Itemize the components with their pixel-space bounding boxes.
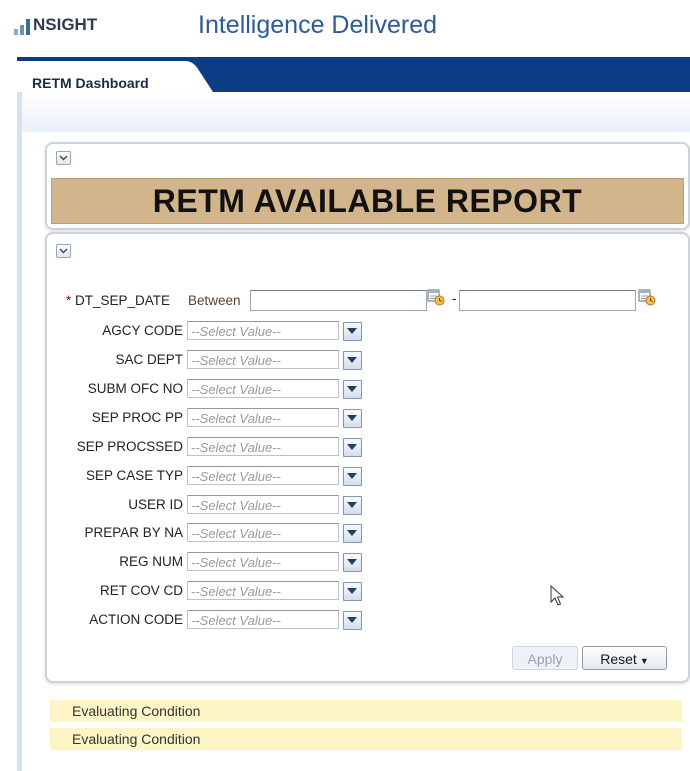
sep-case-typ-select[interactable]: --Select Value-- <box>187 466 339 485</box>
chevron-down-icon[interactable] <box>343 553 362 572</box>
required-marker: * <box>66 293 72 308</box>
date-operator: Between <box>188 293 241 308</box>
mouse-cursor-icon <box>550 585 565 606</box>
report-title: RETM AVAILABLE REPORT <box>152 182 583 219</box>
agcy-code-label: AGCY CODE <box>102 323 183 338</box>
collapse-icon[interactable] <box>56 151 71 165</box>
tagline: Intelligence Delivered <box>198 11 438 39</box>
sep-proc-pp-select[interactable]: --Select Value-- <box>187 408 339 427</box>
reset-label: Reset <box>600 651 637 667</box>
chevron-down-icon[interactable] <box>343 582 362 601</box>
action-code-label: ACTION CODE <box>89 612 183 627</box>
chevron-down-icon[interactable] <box>343 496 362 515</box>
report-title-section: RETM AVAILABLE REPORT <box>45 142 690 230</box>
sep-case-typ-label: SEP CASE TYP <box>85 468 183 483</box>
content-header-band <box>17 92 690 132</box>
ret-cov-cd-select[interactable]: --Select Value-- <box>187 581 339 600</box>
collapse-icon[interactable] <box>56 244 71 258</box>
logo-text: NSIGHT <box>33 15 98 34</box>
sep-proc-pp-label: SEP PROC PP <box>91 410 183 425</box>
prepar-by-na-select[interactable]: --Select Value-- <box>187 523 339 542</box>
chevron-down-icon[interactable] <box>343 524 362 543</box>
date-separator: - <box>452 291 457 306</box>
tab-label: RETM Dashboard <box>32 75 149 91</box>
chevron-down-icon[interactable] <box>343 380 362 399</box>
prepar-by-na-label: PREPAR BY NA <box>84 525 183 540</box>
report-title-banner: RETM AVAILABLE REPORT <box>51 178 684 224</box>
chevron-down-icon[interactable] <box>343 409 362 428</box>
reset-button[interactable]: Reset ▼ <box>582 646 667 670</box>
chevron-down-icon[interactable] <box>343 467 362 486</box>
date-label-text: DT_SEP_DATE <box>75 293 171 308</box>
date-prompt-label: * DT_SEP_DATE <box>66 293 170 308</box>
reg-num-select[interactable]: --Select Value-- <box>187 552 339 571</box>
sac-dept-select[interactable]: --Select Value-- <box>187 350 339 369</box>
date-from-input[interactable] <box>250 290 427 311</box>
chevron-down-icon[interactable] <box>343 611 362 630</box>
logo-bars-icon <box>14 19 30 35</box>
status-message: Evaluating Condition <box>50 700 682 722</box>
sep-procssed-select[interactable]: --Select Value-- <box>187 437 339 456</box>
sac-dept-label: SAC DEPT <box>115 352 183 367</box>
insight-logo: NSIGHT <box>14 9 97 35</box>
apply-button[interactable]: Apply <box>512 646 578 670</box>
user-id-label: USER ID <box>128 497 183 512</box>
date-to-input[interactable] <box>459 290 636 311</box>
calendar-icon[interactable] <box>427 288 445 306</box>
caret-down-icon: ▼ <box>639 656 649 666</box>
chevron-down-icon[interactable] <box>343 322 362 341</box>
user-id-select[interactable]: --Select Value-- <box>187 495 339 514</box>
app-header: NSIGHT Intelligence Delivered <box>0 0 690 55</box>
chevron-down-icon[interactable] <box>343 351 362 370</box>
subm-ofc-no-label: SUBM OFC NO <box>87 381 183 396</box>
left-rail <box>17 92 22 771</box>
subm-ofc-no-select[interactable]: --Select Value-- <box>187 379 339 398</box>
tab-retm-dashboard[interactable]: RETM Dashboard <box>17 61 213 92</box>
calendar-icon[interactable] <box>638 288 656 306</box>
sep-procssed-label: SEP PROCSSED <box>76 439 183 454</box>
ret-cov-cd-label: RET COV CD <box>99 583 183 598</box>
chevron-down-icon[interactable] <box>343 438 362 457</box>
action-code-select[interactable]: --Select Value-- <box>187 610 339 629</box>
status-message: Evaluating Condition <box>50 728 682 750</box>
agcy-code-select[interactable]: --Select Value-- <box>187 321 339 340</box>
reg-num-label: REG NUM <box>119 554 183 569</box>
